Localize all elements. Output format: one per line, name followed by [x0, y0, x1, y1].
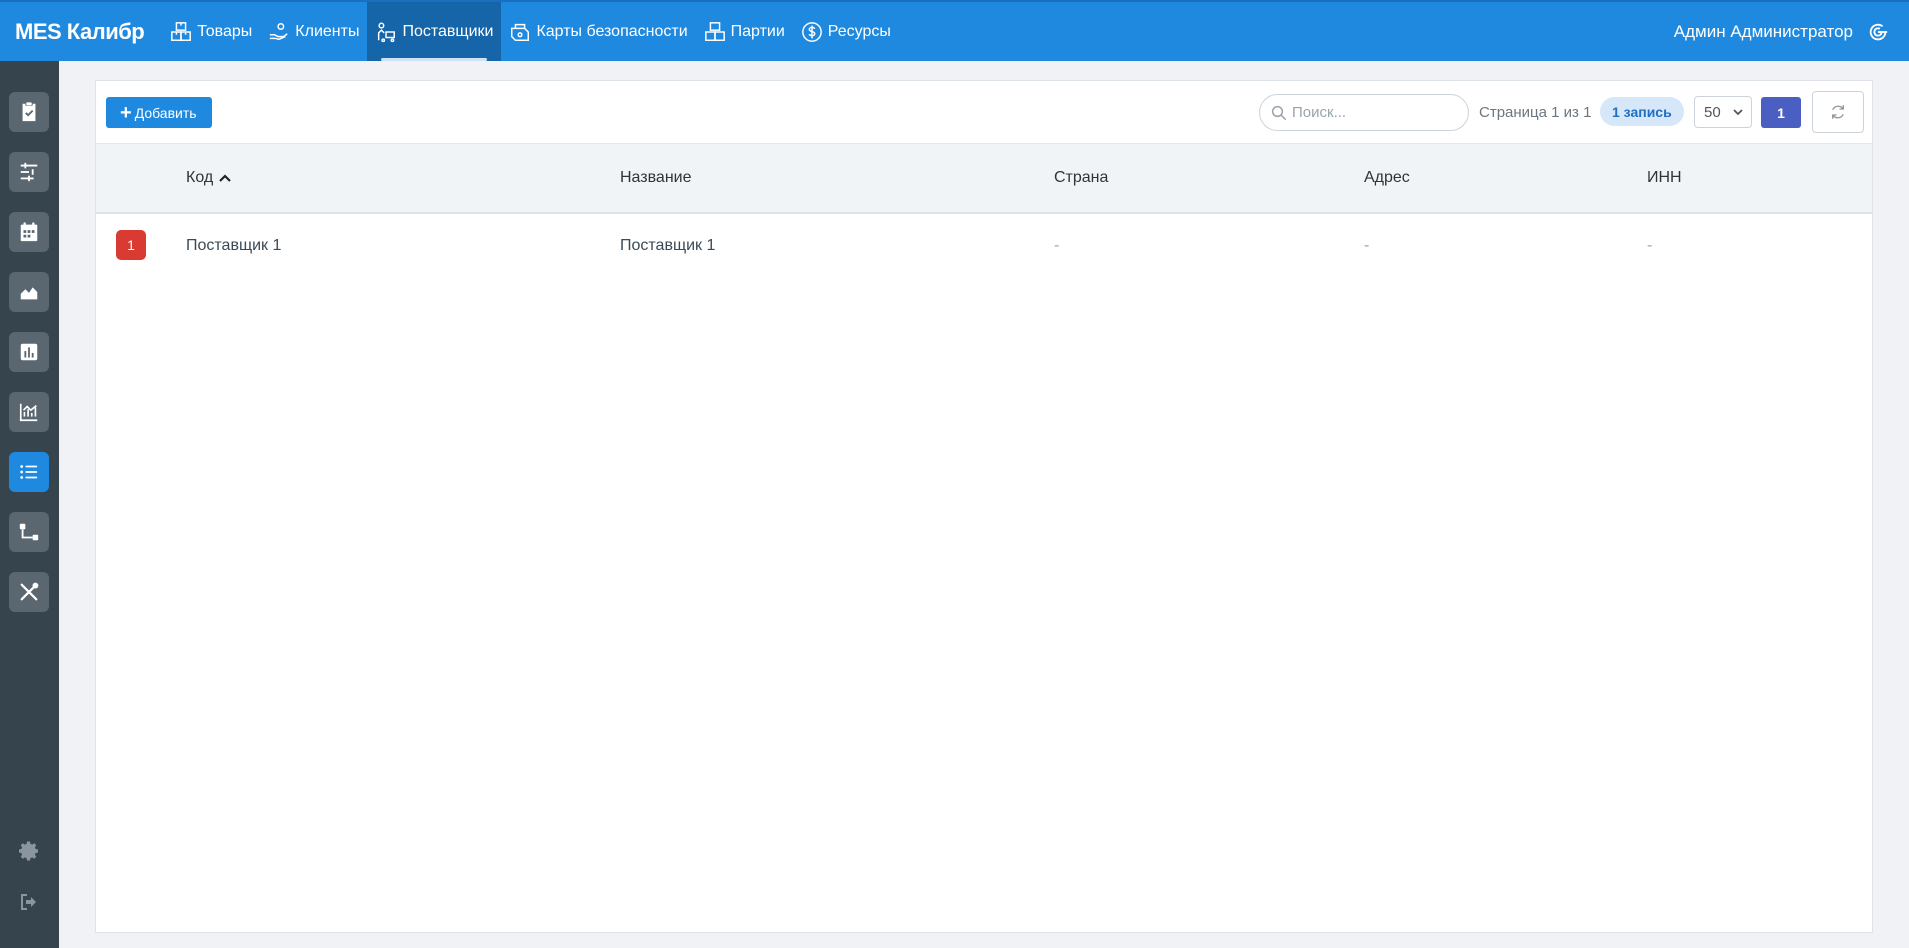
add-button[interactable]: + Добавить — [106, 97, 212, 128]
nav-item-label: Карты безопасности — [536, 22, 688, 40]
column-header-inn[interactable]: ИНН — [1647, 169, 1682, 187]
main-nav: Товары Клиенты Поставщики Карты безопасн… — [162, 2, 899, 61]
column-label: Код — [186, 169, 214, 186]
brand-logo[interactable]: MES Калибр — [0, 19, 162, 45]
page-button-current[interactable]: 1 — [1761, 97, 1801, 128]
sidebar-item-tools[interactable] — [9, 572, 49, 612]
tools-icon — [20, 582, 39, 601]
nav-item-label: Партии — [730, 22, 785, 40]
nav-item-products[interactable]: Товары — [162, 2, 260, 61]
clipboard-check-icon — [22, 102, 36, 122]
top-navbar: MES Калибр Товары Клиенты Поставщики Кар… — [0, 0, 1909, 61]
table-row[interactable]: 1 Поставщик 1 Поставщик 1 - - - — [96, 214, 1872, 280]
line-chart-icon — [19, 403, 38, 422]
sidebar — [0, 61, 59, 948]
column-header-country[interactable]: Страна — [1054, 169, 1108, 187]
sidebar-item-directories[interactable] — [9, 452, 49, 492]
sidebar-item-routes[interactable] — [9, 512, 49, 552]
hand-coins-icon — [270, 22, 288, 40]
area-chart-icon — [20, 287, 38, 300]
cell-country: - — [1054, 237, 1060, 254]
sidebar-item-production[interactable] — [9, 272, 49, 312]
row-index-badge: 1 — [116, 230, 146, 260]
per-page-value: 50 — [1704, 103, 1721, 121]
calendar-icon — [20, 222, 38, 242]
flow-icon — [19, 523, 39, 541]
column-header-code[interactable]: Код — [186, 169, 233, 187]
logout-icon — [21, 894, 36, 910]
cell-name: Поставщик 1 — [620, 237, 716, 254]
sidebar-item-calendar[interactable] — [9, 212, 49, 252]
records-count-badge: 1 запись — [1600, 97, 1684, 126]
cell-address: - — [1364, 237, 1370, 254]
nav-item-safety-cards[interactable]: Карты безопасности — [501, 2, 695, 61]
bar-chart-icon — [20, 343, 38, 361]
app-logo-icon[interactable] — [1867, 21, 1889, 43]
page-info: Страница 1 из 1 — [1479, 104, 1592, 121]
sidebar-item-settings-sliders[interactable] — [9, 152, 49, 192]
batch-icon — [704, 21, 725, 41]
search-input[interactable] — [1292, 104, 1452, 121]
column-header-address[interactable]: Адрес — [1364, 169, 1410, 187]
nav-item-label: Клиенты — [295, 22, 360, 40]
cell-code: Поставщик 1 — [186, 237, 282, 254]
supplier-icon — [378, 22, 396, 42]
sliders-icon — [20, 162, 38, 182]
refresh-icon — [1832, 105, 1844, 119]
gear-icon — [19, 841, 38, 861]
safety-card-icon — [511, 23, 530, 41]
sidebar-item-analytics[interactable] — [9, 392, 49, 432]
nav-item-batches[interactable]: Партии — [696, 2, 793, 61]
column-label: ИНН — [1647, 169, 1682, 186]
search-icon — [1271, 105, 1287, 120]
nav-item-label: Товары — [197, 22, 253, 40]
refresh-button[interactable] — [1812, 91, 1864, 133]
nav-item-clients[interactable]: Клиенты — [260, 2, 367, 61]
nav-item-label: Поставщики — [402, 22, 494, 40]
sidebar-logout[interactable] — [16, 889, 42, 915]
dollar-icon — [801, 21, 822, 42]
table-header: Код Название Страна Адрес ИНН — [96, 144, 1872, 214]
column-label: Адрес — [1364, 169, 1410, 186]
user-menu[interactable]: Админ Администратор — [1674, 2, 1889, 61]
user-name[interactable]: Админ Администратор — [1674, 22, 1853, 42]
boxes-icon — [171, 21, 192, 41]
column-label: Название — [620, 169, 692, 186]
nav-item-suppliers[interactable]: Поставщики — [367, 2, 502, 61]
sidebar-item-tasks[interactable] — [9, 92, 49, 132]
list-icon — [20, 465, 38, 479]
chevron-down-icon — [1733, 109, 1743, 116]
nav-item-label: Ресурсы — [827, 22, 891, 40]
plus-icon: + — [120, 101, 132, 124]
per-page-select[interactable]: 50 — [1694, 96, 1752, 128]
search-box[interactable] — [1259, 94, 1469, 131]
sort-ascending-icon — [219, 174, 231, 182]
suppliers-panel: + Добавить Страница 1 из 1 1 запись 50 1… — [95, 80, 1873, 933]
column-header-name[interactable]: Название — [620, 169, 692, 187]
nav-item-resources[interactable]: Ресурсы — [793, 2, 899, 61]
column-label: Страна — [1054, 169, 1109, 186]
sidebar-item-reports[interactable] — [9, 332, 49, 372]
cell-inn: - — [1647, 237, 1653, 254]
sidebar-settings[interactable] — [16, 838, 42, 864]
table-toolbar: + Добавить Страница 1 из 1 1 запись 50 1 — [96, 81, 1872, 144]
add-button-label: Добавить — [134, 104, 197, 121]
